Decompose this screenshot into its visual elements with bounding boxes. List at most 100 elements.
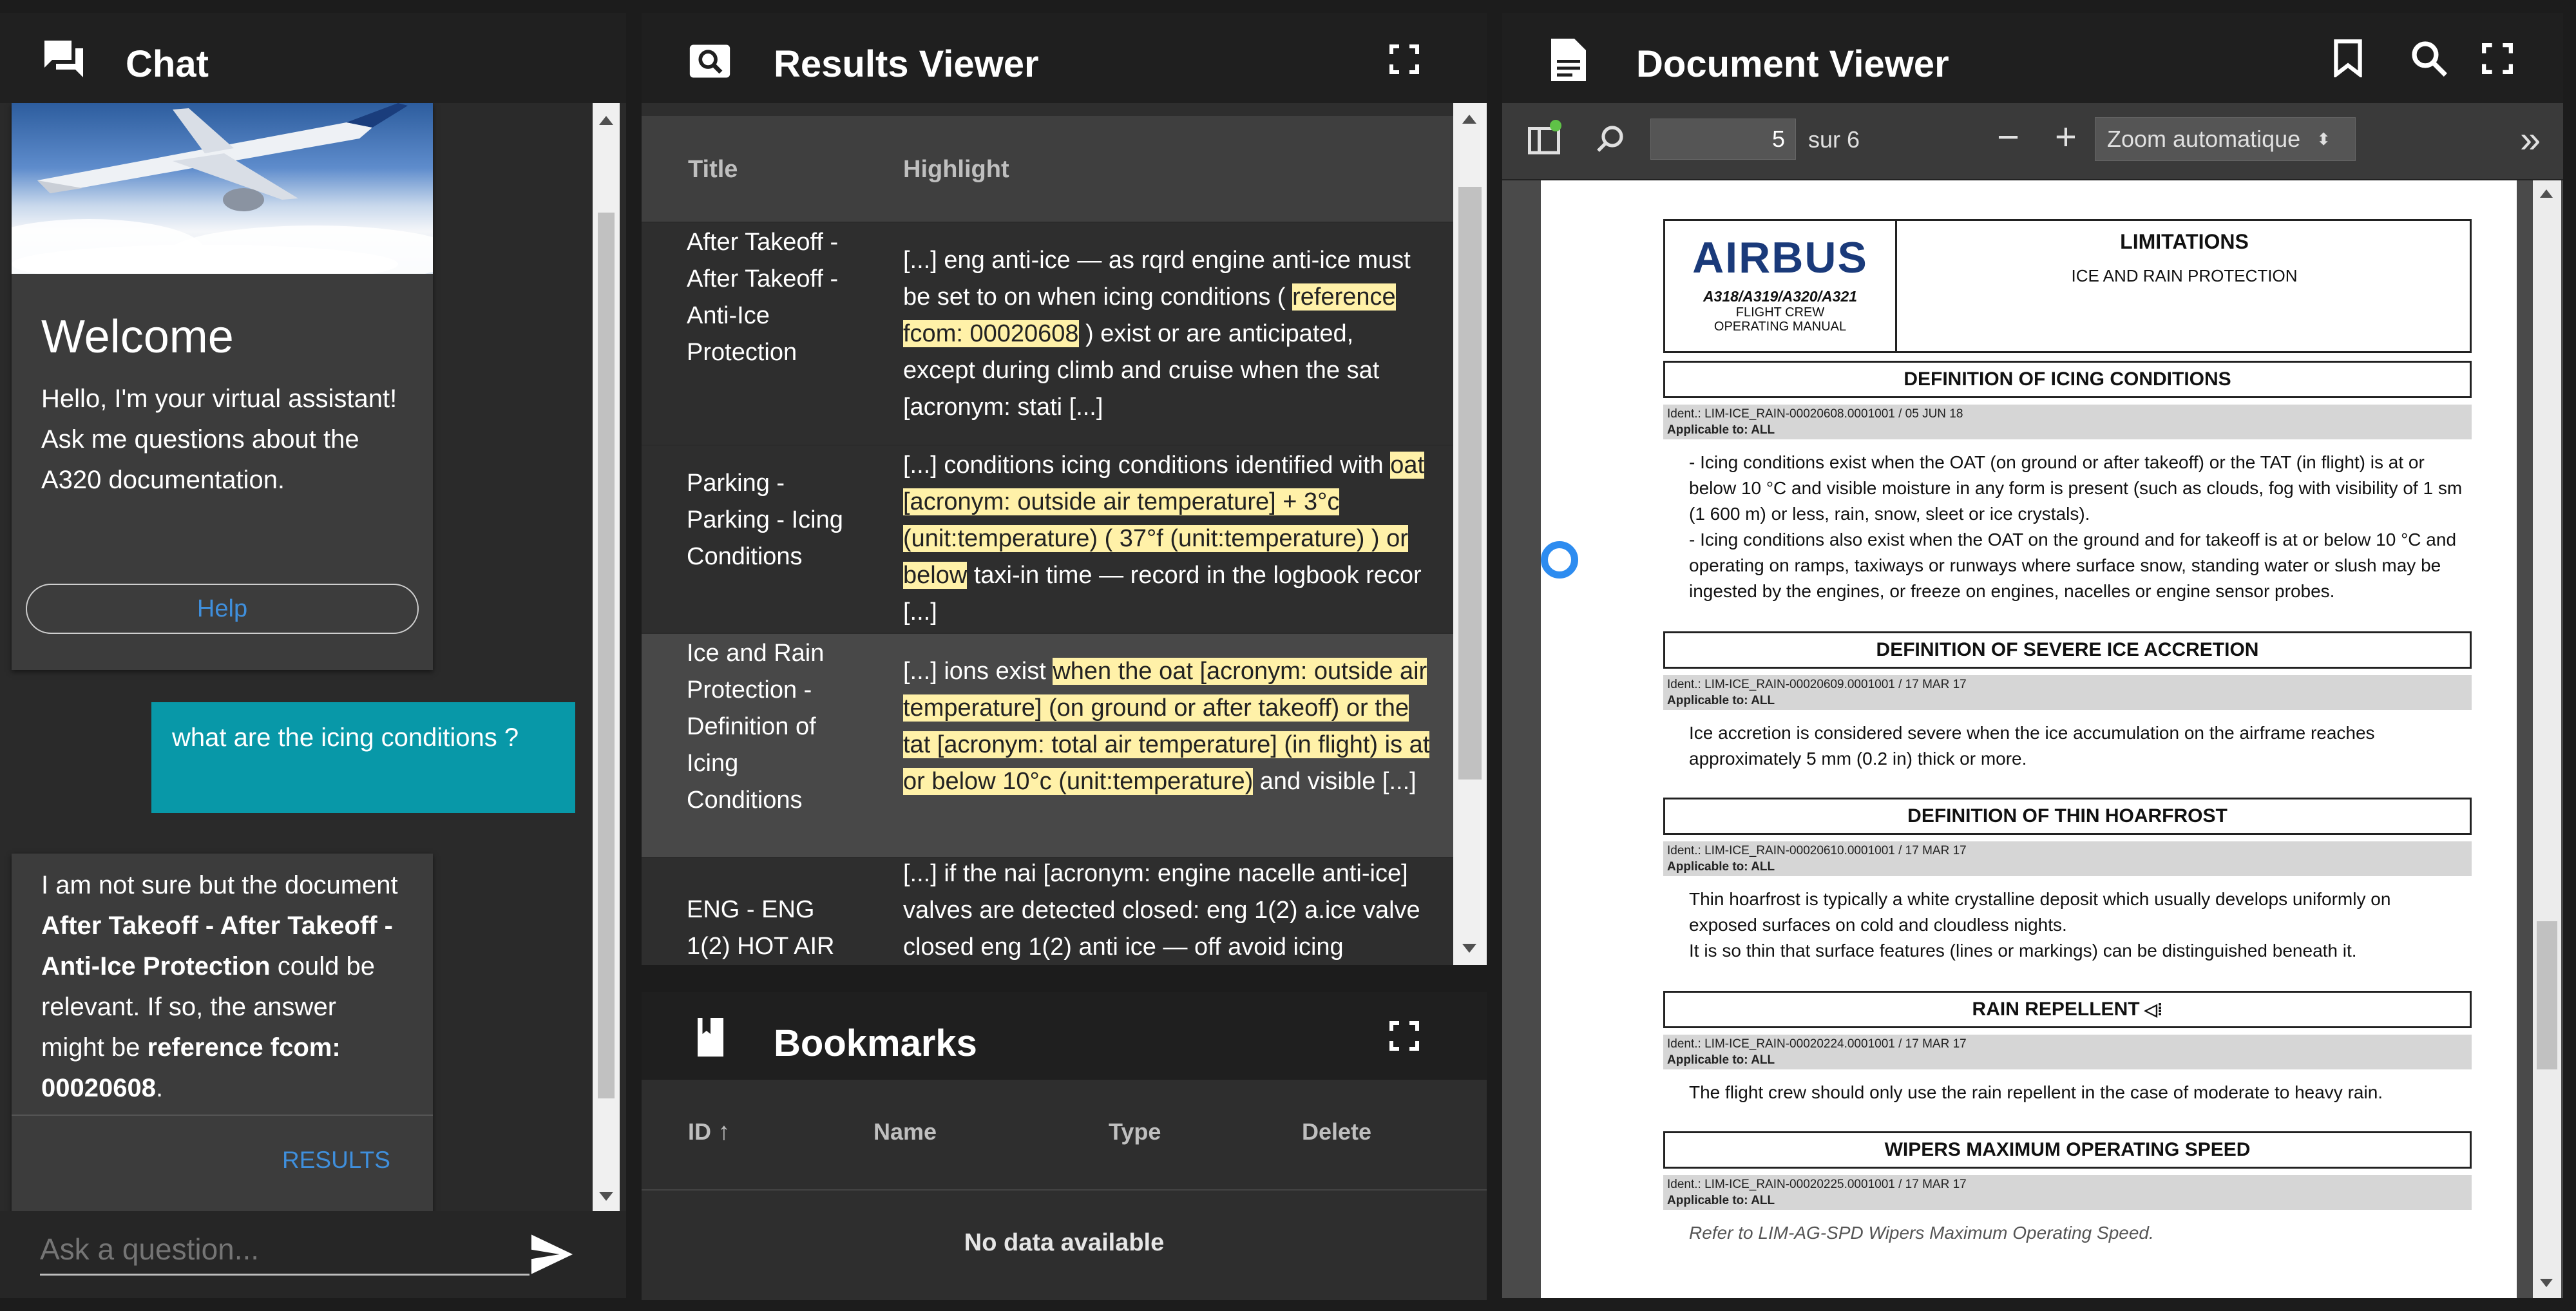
- results-scroll-thumb[interactable]: [1458, 187, 1482, 780]
- chapter-title: LIMITATIONS: [2120, 230, 2249, 253]
- results-link[interactable]: RESULTS: [282, 1147, 390, 1174]
- chat-scrollbar[interactable]: [593, 103, 620, 1211]
- chat-title: Chat: [126, 43, 209, 85]
- document-icon: [1551, 39, 1586, 81]
- search-results-icon: [688, 43, 732, 80]
- section-ident: Ident.: LIM-ICE_RAIN-00020609.0001001 / …: [1663, 675, 2472, 710]
- zoom-select[interactable]: Zoom automatique ⬍: [2095, 117, 2356, 161]
- page-header-box: AIRBUS A318/A319/A320/A321 FLIGHT CREW O…: [1663, 219, 2472, 353]
- chat-scroll-thumb[interactable]: [598, 213, 615, 1098]
- section-text: Ice accretion is considered severe when …: [1689, 723, 2375, 769]
- result-highlight: [...] ions exist when the oat [acronym: …: [903, 658, 1430, 795]
- result-title: Parking - Parking - Icing Conditions: [687, 470, 843, 570]
- manual-line-1: FLIGHT CREW: [1735, 305, 1825, 320]
- bookmarks-panel: Bookmarks ID ↑ Name Type Delete No data …: [642, 992, 1487, 1300]
- section-heading: WIPERS MAXIMUM OPERATING SPEED: [1663, 1131, 2472, 1169]
- table-row[interactable]: ENG - ENG 1(2) HOT AIR LEAK [...] if the…: [642, 857, 1453, 965]
- airplane-banner-image: [12, 103, 433, 274]
- section-ident: Ident.: LIM-ICE_RAIN-00020610.0001001 / …: [1663, 841, 2472, 876]
- page-total: sur 6: [1808, 126, 1860, 153]
- results-table-header: Title Highlight: [642, 116, 1453, 222]
- help-button[interactable]: Help: [26, 584, 419, 634]
- chat-input-bar: [0, 1211, 626, 1298]
- fullscreen-icon[interactable]: [1389, 1020, 1420, 1051]
- document-title: Document Viewer: [1636, 43, 1949, 85]
- table-row[interactable]: After Takeoff - After Takeoff - Anti-Ice…: [642, 222, 1453, 445]
- zoom-in-button[interactable]: +: [2055, 115, 2077, 160]
- result-title: After Takeoff - After Takeoff - Anti-Ice…: [687, 229, 839, 366]
- scroll-down-arrow-icon[interactable]: [1462, 944, 1476, 953]
- column-highlight[interactable]: Highlight: [903, 156, 1009, 184]
- chat-panel: Chat Welcome Hello, I'm your virtual ass: [0, 13, 626, 1298]
- send-icon[interactable]: [530, 1234, 575, 1274]
- section-ident: Ident.: LIM-ICE_RAIN-00020608.0001001 / …: [1663, 405, 2472, 439]
- document-panel: Document Viewer sur 6 − + Zoom automatiq…: [1502, 13, 2563, 1298]
- select-arrows-icon: ⬍: [2316, 129, 2331, 149]
- scroll-up-arrow-icon[interactable]: [2540, 189, 2553, 198]
- section-ident: Ident.: LIM-ICE_RAIN-00020224.0001001 / …: [1663, 1035, 2472, 1069]
- bookmarks-header: Bookmarks: [642, 992, 1487, 1080]
- chat-header: Chat: [0, 13, 626, 103]
- results-scrollbar[interactable]: [1453, 103, 1487, 965]
- question-input[interactable]: [40, 1224, 530, 1276]
- column-name[interactable]: Name: [873, 1118, 937, 1145]
- section-text: The flight crew should only use the rain…: [1689, 1082, 2383, 1102]
- bot-message-text: .: [155, 1074, 164, 1102]
- table-row[interactable]: Parking - Parking - Icing Conditions [..…: [642, 445, 1453, 633]
- bot-message-divider: [12, 1115, 433, 1116]
- rain-repellent-icon: ◁⁞: [2139, 1000, 2163, 1019]
- results-title: Results Viewer: [774, 43, 1039, 85]
- section-text: - Icing conditions exist when the OAT (o…: [1689, 452, 2463, 601]
- search-icon[interactable]: [2410, 40, 2448, 77]
- section-heading: DEFINITION OF ICING CONDITIONS: [1663, 361, 2472, 398]
- result-title: Ice and Rain Protection - Definition of …: [687, 640, 825, 814]
- section-heading: RAIN REPELLENT ◁⁞: [1663, 991, 2472, 1028]
- column-delete[interactable]: Delete: [1302, 1118, 1371, 1145]
- result-highlight: [...] if the nai [acronym: engine nacell…: [903, 860, 1420, 961]
- bookmark-icon[interactable]: [2333, 39, 2363, 77]
- section-heading: DEFINITION OF SEVERE ICE ACCRETION: [1663, 631, 2472, 669]
- result-title: ENG - ENG 1(2) HOT AIR LEAK: [687, 896, 835, 960]
- find-icon[interactable]: [1596, 124, 1627, 155]
- sidebar-toggle-icon[interactable]: [1528, 120, 1561, 156]
- results-header: Results Viewer: [642, 13, 1487, 103]
- chat-bubbles-icon: [40, 39, 88, 81]
- scroll-up-arrow-icon[interactable]: [599, 116, 613, 125]
- more-tools-icon[interactable]: »: [2520, 117, 2541, 162]
- subchapter-title: ICE AND RAIN PROTECTION: [2071, 266, 2298, 285]
- sort-arrow-up-icon[interactable]: ↑: [711, 1118, 730, 1145]
- column-id[interactable]: ID ↑: [688, 1118, 730, 1146]
- section-ident: Ident.: LIM-ICE_RAIN-00020225.0001001 / …: [1663, 1175, 2472, 1210]
- pdf-scroll-thumb[interactable]: [2537, 921, 2557, 1069]
- pdf-toolbar: sur 6 − + Zoom automatique ⬍ »: [1502, 103, 2563, 180]
- scroll-down-arrow-icon[interactable]: [599, 1192, 613, 1201]
- result-highlight: [...] eng anti-ice — as rqrd engine anti…: [903, 247, 1411, 421]
- column-title[interactable]: Title: [688, 156, 738, 184]
- section-text: Thin hoarfrost is typically a white crys…: [1689, 889, 2391, 961]
- airbus-logo-block: AIRBUS A318/A319/A320/A321 FLIGHT CREW O…: [1665, 221, 1897, 351]
- section-heading: DEFINITION OF THIN HOARFROST: [1663, 798, 2472, 835]
- notification-dot: [1550, 120, 1561, 131]
- document-header: Document Viewer: [1502, 13, 2563, 103]
- bot-message-text: I am not sure but the document: [41, 871, 398, 899]
- scroll-up-arrow-icon[interactable]: [1462, 115, 1476, 124]
- chat-messages[interactable]: Welcome Hello, I'm your virtual assistan…: [0, 103, 593, 1211]
- fullscreen-icon[interactable]: [1389, 44, 1420, 75]
- welcome-title: Welcome: [41, 311, 234, 363]
- welcome-card: Welcome Hello, I'm your virtual assistan…: [12, 103, 433, 670]
- pdf-page[interactable]: AIRBUS A318/A319/A320/A321 FLIGHT CREW O…: [1541, 180, 2517, 1298]
- bookmarks-table-header: ID ↑ Name Type Delete: [642, 1080, 1487, 1191]
- aircraft-models: A318/A319/A320/A321: [1703, 288, 1858, 305]
- table-row-selected[interactable]: Ice and Rain Protection - Definition of …: [642, 633, 1453, 857]
- scroll-down-arrow-icon[interactable]: [2540, 1279, 2553, 1287]
- page-number-input[interactable]: [1650, 119, 1796, 160]
- fullscreen-icon[interactable]: [2481, 43, 2514, 75]
- pdf-scrollbar[interactable]: [2533, 180, 2561, 1298]
- result-highlight: [...] conditions icing conditions identi…: [903, 452, 1425, 626]
- airbus-logo: AIRBUS: [1692, 233, 1868, 282]
- welcome-text: Hello, I'm your virtual assistant! Ask m…: [41, 385, 397, 494]
- user-message: what are the icing conditions ?: [151, 702, 575, 813]
- column-type[interactable]: Type: [1109, 1118, 1161, 1145]
- manual-line-2: OPERATING MANUAL: [1713, 320, 1847, 334]
- zoom-out-button[interactable]: −: [1997, 115, 2019, 160]
